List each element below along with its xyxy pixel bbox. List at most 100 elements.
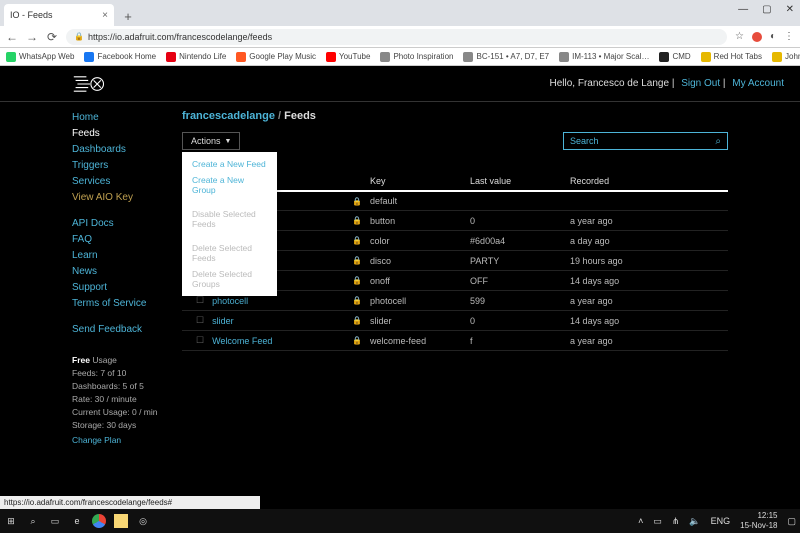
battery-icon[interactable]: ▭: [653, 516, 662, 527]
back-button[interactable]: ←: [6, 30, 18, 44]
nav-faq[interactable]: FAQ: [72, 232, 182, 248]
nav-news[interactable]: News: [72, 264, 182, 280]
extension-icon[interactable]: [752, 32, 762, 42]
tab-title: IO - Feeds: [10, 10, 53, 20]
maximize-button[interactable]: ▢: [762, 4, 771, 15]
task-view-icon[interactable]: ▭: [48, 514, 62, 528]
cell-key: welcome-feed: [366, 331, 466, 351]
bookmark-item[interactable]: YouTube: [326, 52, 370, 62]
breadcrumb-user[interactable]: francescadelange: [182, 110, 275, 122]
search-taskbar-icon[interactable]: ⌕: [26, 514, 40, 528]
bookmark-item[interactable]: Google Play Music: [236, 52, 316, 62]
usage-rate: Rate: 30 / minute: [72, 393, 182, 406]
sign-out-link[interactable]: Sign Out: [681, 78, 720, 89]
bookmark-item[interactable]: Facebook Home: [84, 52, 156, 62]
forward-button[interactable]: →: [26, 30, 38, 44]
row-checkbox[interactable]: ☐: [182, 331, 208, 351]
dd-create-group[interactable]: Create a New Group: [182, 172, 277, 198]
change-plan-link[interactable]: Change Plan: [72, 434, 182, 447]
cell-recorded: a year ago: [566, 211, 728, 231]
nav-support[interactable]: Support: [72, 280, 182, 296]
bookmark-item[interactable]: Photo Inspiration: [380, 52, 453, 62]
nav-learn[interactable]: Learn: [72, 248, 182, 264]
adafruit-io-logo[interactable]: [72, 72, 112, 96]
wifi-icon[interactable]: ⋔: [672, 516, 680, 527]
browser-tab[interactable]: IO - Feeds ×: [4, 4, 114, 26]
usage-feeds: Feeds: 7 of 10: [72, 367, 182, 380]
nav-home[interactable]: Home: [72, 110, 182, 126]
cell-key: button: [366, 211, 466, 231]
volume-icon[interactable]: 🔈: [689, 516, 700, 527]
dd-create-feed[interactable]: Create a New Feed: [182, 156, 277, 172]
star-icon[interactable]: ☆: [735, 31, 744, 42]
nav-feeds[interactable]: Feeds: [72, 126, 182, 142]
cell-last: #6d00a4: [466, 231, 566, 251]
new-tab-button[interactable]: +: [118, 6, 138, 26]
app-icon[interactable]: ◎: [136, 514, 150, 528]
edge-icon[interactable]: e: [70, 514, 84, 528]
notifications-icon[interactable]: ▢: [787, 516, 796, 527]
nav-tos[interactable]: Terms of Service: [72, 296, 182, 312]
actions-button[interactable]: Actions ▼: [182, 132, 240, 150]
col-recorded[interactable]: Recorded: [566, 172, 728, 191]
search-icon[interactable]: ⌕: [715, 136, 721, 147]
cell-key: disco: [366, 251, 466, 271]
close-icon[interactable]: ×: [102, 10, 108, 21]
col-key[interactable]: Key: [366, 172, 466, 191]
usage-panel: Free Usage Feeds: 7 of 10 Dashboards: 5 …: [72, 354, 182, 447]
minimize-button[interactable]: —: [738, 4, 748, 15]
search-box[interactable]: ⌕: [563, 132, 728, 150]
cell-key: color: [366, 231, 466, 251]
toolbar: Actions ▼ ⌕ Create a New Feed Create a N…: [182, 132, 728, 150]
table-row[interactable]: ☐slider🔒slider014 days ago: [182, 311, 728, 331]
menu-icon[interactable]: ⋮: [784, 31, 794, 42]
actions-dropdown: Create a New Feed Create a New Group Dis…: [182, 152, 277, 296]
bookmark-item[interactable]: WhatsApp Web: [6, 52, 74, 62]
col-last[interactable]: Last value: [466, 172, 566, 191]
bookmark-item[interactable]: Nintendo Life: [166, 52, 226, 62]
cell-key: photocell: [366, 291, 466, 311]
bookmark-item[interactable]: BC-151 • A7, D7, E7: [463, 52, 549, 62]
page-title: Feeds: [284, 110, 316, 122]
feed-name-link[interactable]: Welcome Feed: [208, 331, 348, 351]
lang-indicator[interactable]: ENG: [711, 516, 731, 526]
bookmark-icon: [559, 52, 569, 62]
bookmark-item[interactable]: Red Hot Tabs: [701, 52, 762, 62]
feed-name-link[interactable]: slider: [208, 311, 348, 331]
bookmark-item[interactable]: IM-113 • Major Scal…: [559, 52, 649, 62]
cell-last: 0: [466, 211, 566, 231]
profile-icon[interactable]: ◐: [770, 31, 776, 42]
bookmark-item[interactable]: John Frusciante Tabs: [772, 52, 800, 62]
nav-aio-key[interactable]: View AIO Key: [72, 190, 182, 206]
reload-button[interactable]: ⟳: [46, 30, 58, 44]
nav-dashboards[interactable]: Dashboards: [72, 142, 182, 158]
actions-label: Actions: [191, 136, 221, 146]
cell-last: PARTY: [466, 251, 566, 271]
row-checkbox[interactable]: ☐: [182, 311, 208, 331]
nav-services[interactable]: Services: [72, 174, 182, 190]
lock-icon: 🔒: [348, 231, 366, 251]
table-row[interactable]: ☐Welcome Feed🔒welcome-feedfa year ago: [182, 331, 728, 351]
cell-recorded: 19 hours ago: [566, 251, 728, 271]
close-window-button[interactable]: ✕: [786, 4, 794, 15]
chevron-down-icon: ▼: [225, 138, 232, 145]
lock-icon: 🔒: [74, 32, 84, 41]
main-panel: francescadelange / Feeds Actions ▼ ⌕ Cre…: [182, 110, 800, 447]
bookmark-item[interactable]: CMD: [659, 52, 690, 62]
nav-api-docs[interactable]: API Docs: [72, 216, 182, 232]
address-bar: ← → ⟳ 🔒 https://io.adafruit.com/francesc…: [0, 26, 800, 48]
clock[interactable]: 12:15 15-Nov-18: [740, 511, 777, 531]
send-feedback-link[interactable]: Send Feedback: [72, 322, 182, 338]
url-input[interactable]: 🔒 https://io.adafruit.com/francescodelan…: [66, 29, 727, 45]
search-input[interactable]: [570, 136, 715, 146]
lock-icon: 🔒: [348, 211, 366, 231]
chrome-icon[interactable]: [92, 514, 106, 528]
nav-triggers[interactable]: Triggers: [72, 158, 182, 174]
start-button[interactable]: ⊞: [4, 514, 18, 528]
usage-storage: Storage: 30 days: [72, 419, 182, 432]
file-explorer-icon[interactable]: [114, 514, 128, 528]
bookmark-icon: [326, 52, 336, 62]
tray-up-icon[interactable]: ˄: [638, 516, 643, 526]
usage-current: Current Usage: 0 / min: [72, 406, 182, 419]
my-account-link[interactable]: My Account: [732, 78, 784, 89]
